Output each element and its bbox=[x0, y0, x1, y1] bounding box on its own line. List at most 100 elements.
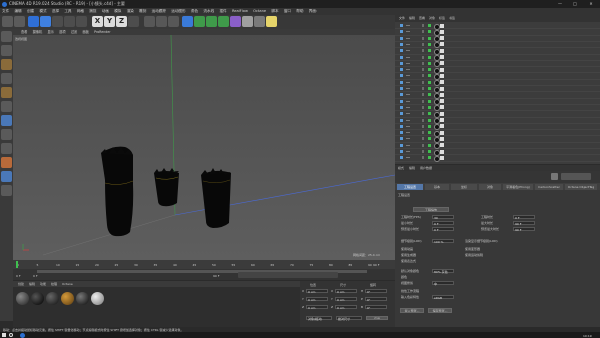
visibility-dots-icon[interactable] bbox=[422, 131, 424, 135]
visibility-dots-icon[interactable] bbox=[422, 112, 424, 116]
check-icon[interactable] bbox=[428, 124, 431, 128]
tab-coords[interactable]: 坐标 bbox=[451, 183, 477, 190]
texture-tag-icon[interactable] bbox=[440, 67, 444, 72]
visibility-dots-icon[interactable] bbox=[422, 99, 424, 103]
texture-tag-icon[interactable] bbox=[440, 149, 444, 154]
check-icon[interactable] bbox=[428, 156, 431, 160]
menu-select[interactable]: 选择 bbox=[52, 8, 59, 15]
check-icon[interactable] bbox=[428, 36, 431, 40]
check-icon[interactable] bbox=[428, 49, 431, 53]
axis-mode-icon[interactable] bbox=[1, 129, 12, 140]
texture-tag-icon[interactable] bbox=[440, 61, 444, 66]
texture-tag-icon[interactable] bbox=[440, 136, 444, 141]
subdivision-icon[interactable] bbox=[206, 16, 217, 27]
polygons-mode-icon[interactable] bbox=[1, 115, 12, 126]
render-view-icon[interactable] bbox=[144, 16, 155, 27]
render-settings-icon[interactable] bbox=[168, 16, 179, 27]
material-swatch[interactable] bbox=[61, 292, 74, 305]
edges-mode-icon[interactable] bbox=[1, 101, 12, 112]
texture-tag-icon[interactable] bbox=[440, 155, 444, 160]
coord-size-field[interactable]: 0 cm bbox=[335, 289, 357, 294]
use-expressions-checkbox[interactable]: 使用表达式 bbox=[401, 259, 416, 263]
texture-tag-icon[interactable] bbox=[440, 80, 444, 85]
visibility-dots-icon[interactable] bbox=[422, 156, 424, 160]
min-time-field[interactable]: 0 F bbox=[432, 221, 454, 226]
menu-window[interactable]: 窗口 bbox=[284, 8, 291, 15]
menu-animate[interactable]: 动画 bbox=[102, 8, 109, 15]
lens-large[interactable] bbox=[101, 146, 134, 237]
om-menu-tags[interactable]: 标签 bbox=[439, 16, 445, 20]
search-icon[interactable] bbox=[9, 333, 13, 337]
texture-tag-icon[interactable] bbox=[440, 105, 444, 110]
texture-mode-icon[interactable] bbox=[1, 59, 12, 70]
menu-script[interactable]: 脚本 bbox=[271, 8, 278, 15]
make-editable-icon[interactable] bbox=[1, 31, 12, 42]
array-icon[interactable] bbox=[218, 16, 229, 27]
check-icon[interactable] bbox=[428, 137, 431, 141]
menu-mograph[interactable]: 运动图形 bbox=[171, 8, 185, 15]
om-menu-object[interactable]: 对象 bbox=[429, 16, 435, 20]
coordinate-system-icon[interactable] bbox=[128, 16, 139, 27]
preview-max-field[interactable]: 90 F bbox=[513, 227, 535, 232]
coord-size-mode-dropdown[interactable]: 绝对尺寸 bbox=[336, 316, 362, 321]
check-icon[interactable] bbox=[428, 30, 431, 34]
end-frame-field[interactable]: 90 F bbox=[213, 274, 220, 278]
check-icon[interactable] bbox=[428, 24, 431, 27]
visibility-dots-icon[interactable] bbox=[422, 24, 424, 27]
texture-tag-icon[interactable] bbox=[440, 143, 444, 148]
rotate-icon[interactable] bbox=[64, 16, 75, 27]
mat-menu-function[interactable]: 功能 bbox=[40, 282, 46, 286]
mat-menu-texture[interactable]: 纹理 bbox=[51, 282, 57, 286]
check-icon[interactable] bbox=[428, 68, 431, 72]
coord-mode-dropdown[interactable]: 对象(相对) bbox=[306, 316, 332, 321]
texture-tag-icon[interactable] bbox=[440, 73, 444, 78]
visibility-dots-icon[interactable] bbox=[422, 42, 424, 46]
coord-position-field[interactable]: 0 cm bbox=[306, 305, 328, 310]
floor-icon[interactable] bbox=[242, 16, 253, 27]
mat-menu-octane[interactable]: Octane bbox=[62, 282, 73, 286]
visibility-dots-icon[interactable] bbox=[422, 49, 424, 53]
minimize-button[interactable]: — bbox=[555, 0, 565, 8]
check-icon[interactable] bbox=[428, 99, 431, 103]
cube-icon[interactable] bbox=[182, 16, 193, 27]
max-time-field[interactable]: 90 F bbox=[513, 221, 535, 226]
coord-rotation-field[interactable]: 0° bbox=[365, 289, 387, 294]
menu-simulate[interactable]: 模拟 bbox=[114, 8, 121, 15]
visibility-dots-icon[interactable] bbox=[422, 55, 424, 59]
playback-controls[interactable] bbox=[238, 272, 338, 278]
linear-workflow-checkbox[interactable]: 线性工作流程 bbox=[401, 289, 419, 293]
menu-pipeline[interactable]: 流水线 bbox=[203, 8, 214, 15]
visibility-dots-icon[interactable] bbox=[422, 150, 424, 153]
texture-tag-icon[interactable] bbox=[440, 86, 444, 91]
coord-size-field[interactable]: 0 cm bbox=[335, 305, 357, 310]
close-button[interactable]: ✕ bbox=[585, 0, 597, 8]
texture-tag-icon[interactable] bbox=[440, 130, 444, 135]
snap-icon[interactable] bbox=[1, 157, 12, 168]
tab-phong[interactable]: 平滑着色(Phong) bbox=[503, 183, 533, 190]
input-color-dropdown[interactable]: sRGB bbox=[432, 295, 454, 300]
material-swatch[interactable] bbox=[76, 292, 89, 305]
points-mode-icon[interactable] bbox=[1, 87, 12, 98]
texture-tag-icon[interactable] bbox=[440, 23, 444, 28]
model-mode-icon[interactable] bbox=[1, 45, 12, 56]
om-menu-bookmarks[interactable]: 书签 bbox=[449, 16, 455, 20]
check-icon[interactable] bbox=[428, 112, 431, 116]
render-picture-viewer-icon[interactable] bbox=[156, 16, 167, 27]
texture-tag-icon[interactable] bbox=[440, 29, 444, 34]
om-menu-file[interactable]: 文件 bbox=[399, 16, 405, 20]
start-frame-field[interactable]: 0 F bbox=[16, 274, 21, 278]
menu-motion-tracker[interactable]: 运动跟踪 bbox=[152, 8, 166, 15]
menu-mesh[interactable]: 网格 bbox=[77, 8, 84, 15]
check-icon[interactable] bbox=[428, 61, 431, 65]
scale-icon[interactable] bbox=[52, 16, 63, 27]
default-color-dropdown[interactable]: 80% 灰色 bbox=[432, 269, 454, 274]
lod-field[interactable]: 100 % bbox=[432, 239, 454, 244]
lod-render-checkbox[interactable]: 渲染显示细节级别(LOD) bbox=[465, 239, 498, 243]
material-swatch[interactable] bbox=[46, 292, 59, 305]
timeline[interactable]: 051015202530354045505560657075808590 0 F… bbox=[13, 260, 395, 280]
menu-mode[interactable]: 模式 bbox=[39, 8, 46, 15]
load-preset-button[interactable]: 载入预置... bbox=[400, 308, 424, 313]
coord-size-field[interactable]: 0 cm bbox=[335, 297, 357, 302]
check-icon[interactable] bbox=[428, 131, 431, 135]
coord-position-field[interactable]: 0 cm bbox=[306, 297, 328, 302]
